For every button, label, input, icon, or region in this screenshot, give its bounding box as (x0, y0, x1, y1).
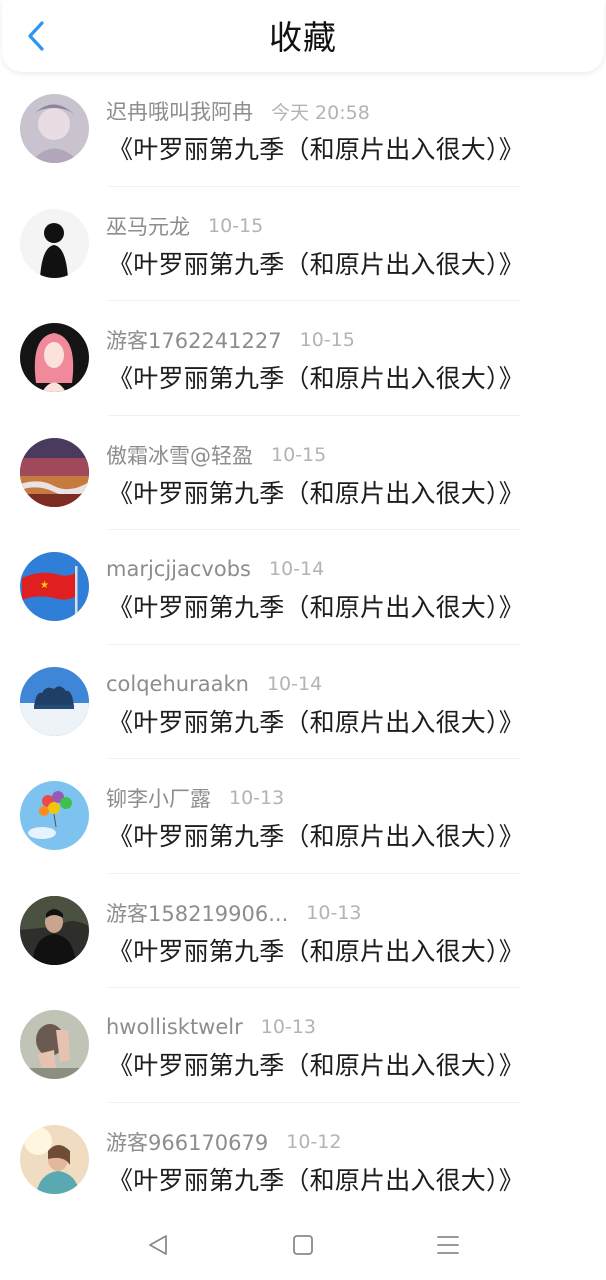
favorite-content: 《叶罗丽第九季（和原片出入很大）》 (108, 707, 524, 737)
username: hwollisktwelr (106, 1015, 243, 1039)
svg-text:★: ★ (40, 580, 49, 591)
list-item[interactable]: 游客158219906... 10-13 《叶罗丽第九季（和原片出入很大）》 (0, 874, 606, 988)
timestamp: 10-14 (268, 558, 325, 580)
timestamp: 10-14 (266, 672, 323, 695)
favorite-content: 《叶罗丽第九季（和原片出入很大）》 (108, 1165, 524, 1195)
page-title: 收藏 (269, 18, 337, 57)
silhouette-avatar[interactable] (20, 208, 89, 278)
favorite-content: 《叶罗丽第九季（和原片出入很大）》 (108, 364, 524, 393)
favorite-content: 《叶罗丽第九季（和原片出入很大）》 (108, 135, 524, 164)
username: 游客966170679 (106, 1130, 269, 1155)
sunlight-portrait-avatar[interactable] (20, 1124, 89, 1194)
timestamp: 10-15 (299, 329, 355, 351)
favorite-content: 《叶罗丽第九季（和原片出入很大）》 (108, 822, 524, 851)
favorites-list: 迟冉哦叫我阿冉 今天 20:58 《叶罗丽第九季（和原片出入很大）》 巫马元龙 … (0, 72, 606, 1217)
list-item[interactable]: ★ marjcjjacvobs 10-14 《叶罗丽第九季（和原片出入很大）》 (0, 530, 606, 645)
pink-hair-girl-avatar[interactable] (20, 323, 89, 392)
list-item[interactable]: hwollisktwelr 10-13 《叶罗丽第九季（和原片出入很大）》 (0, 988, 606, 1103)
favorite-content: 《叶罗丽第九季（和原片出入很大）》 (108, 478, 524, 508)
anime-portrait-avatar[interactable] (20, 94, 89, 163)
timestamp: 10-13 (229, 787, 285, 809)
nav-home-icon (293, 1235, 313, 1255)
list-item[interactable]: 铆李小厂露 10-13 《叶罗丽第九季（和原片出入很大）》 (0, 759, 606, 874)
timestamp: 10-13 (260, 1016, 316, 1038)
username: 铆李小厂露 (106, 787, 211, 811)
timestamp: 10-12 (286, 1130, 342, 1153)
list-item[interactable]: 游客966170679 10-12 《叶罗丽第九季（和原片出入很大）》 (0, 1103, 606, 1218)
app-header: 收藏 (2, 0, 604, 72)
favorite-content: 《叶罗丽第九季（和原片出入很大）》 (108, 249, 524, 279)
favorite-content: 《叶罗丽第九季（和原片出入很大）》 (108, 1051, 524, 1080)
flag-avatar[interactable]: ★ (20, 552, 89, 621)
nav-menu-icon (437, 1236, 459, 1254)
list-item[interactable]: 迟冉哦叫我阿冉 今天 20:58 《叶罗丽第九季（和原片出入很大）》 (0, 72, 606, 187)
landscape-avatar[interactable] (20, 437, 89, 507)
list-item[interactable]: 游客1762241227 10-15 《叶罗丽第九季（和原片出入很大）》 (0, 301, 606, 416)
favorite-content: 《叶罗丽第九季（和原片出入很大）》 (108, 593, 524, 622)
man-portrait-avatar[interactable] (20, 895, 89, 965)
username: 游客158219906... (106, 901, 289, 926)
snowy-trees-avatar[interactable] (20, 666, 89, 736)
nav-back-icon (149, 1235, 167, 1255)
username: 游客1762241227 (106, 329, 282, 353)
timestamp: 今天 20:58 (271, 101, 370, 124)
nav-menu-button[interactable] (428, 1225, 468, 1265)
nav-back-button[interactable] (138, 1225, 178, 1265)
list-item[interactable]: 巫马元龙 10-15 《叶罗丽第九季（和原片出入很大）》 (0, 187, 606, 301)
username: marjcjjacvobs (106, 557, 251, 581)
username: 巫马元龙 (106, 214, 190, 239)
hands-photo-avatar[interactable] (20, 1010, 89, 1079)
timestamp: 10-13 (306, 901, 362, 924)
timestamp: 10-15 (208, 214, 264, 237)
nav-home-button[interactable] (283, 1225, 323, 1265)
username: colqehuraakn (106, 671, 249, 696)
username: 迟冉哦叫我阿冉 (106, 100, 253, 124)
favorite-content: 《叶罗丽第九季（和原片出入很大）》 (108, 936, 524, 966)
username: 傲霜冰雪@轻盈 (106, 443, 253, 468)
list-item[interactable]: colqehuraakn 10-14 《叶罗丽第九季（和原片出入很大）》 (0, 645, 606, 759)
list-item[interactable]: 傲霜冰雪@轻盈 10-15 《叶罗丽第九季（和原片出入很大）》 (0, 416, 606, 530)
balloons-avatar[interactable] (20, 781, 89, 850)
timestamp: 10-15 (271, 443, 327, 466)
system-nav-bar (0, 1210, 606, 1280)
